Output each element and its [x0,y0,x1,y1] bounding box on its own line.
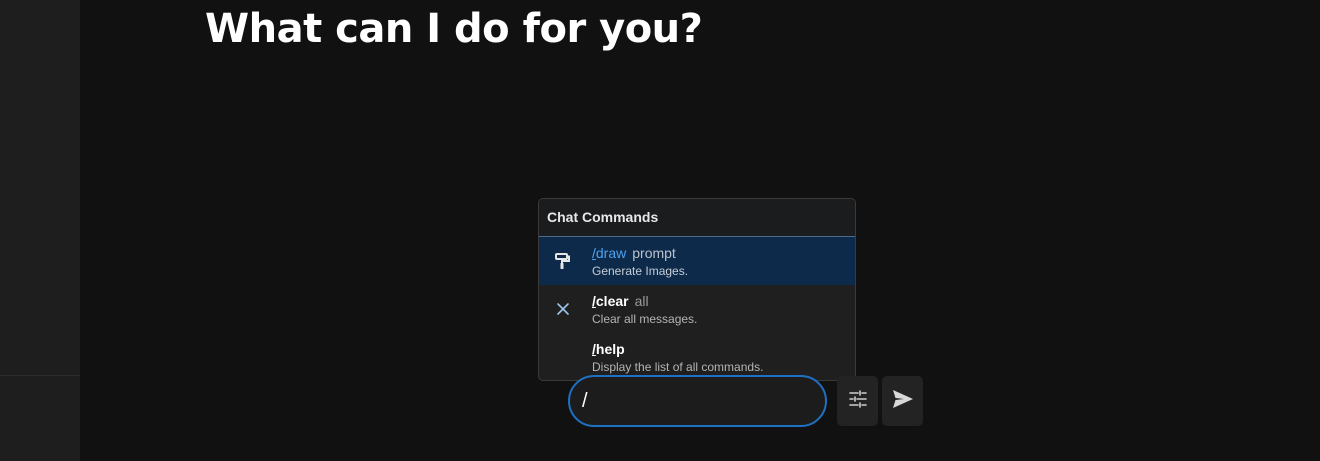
sidebar [0,0,80,461]
send-button[interactable] [882,376,923,426]
command-name: /clear [592,293,629,309]
popup-header: Chat Commands [539,199,855,237]
command-item-clear[interactable]: /clear all Clear all messages. [539,285,855,333]
settings-button[interactable] [837,376,878,426]
command-item-help[interactable]: /help Display the list of all commands. [539,333,855,380]
page-title: What can I do for you? [205,6,703,52]
command-name: /draw [592,245,627,261]
command-description: Display the list of all commands. [592,360,764,374]
sidebar-divider [0,375,80,376]
command-description: Generate Images. [592,264,689,278]
paint-roller-icon [553,251,573,271]
chat-commands-popup: Chat Commands /draw prompt Generate Image… [538,198,856,381]
command-description: Clear all messages. [592,312,698,326]
send-icon [892,389,914,414]
close-icon [553,299,573,319]
chat-input[interactable] [568,375,827,427]
sliders-icon [848,389,868,414]
command-arg: all [634,293,649,309]
command-arg: prompt [632,245,676,261]
command-item-draw[interactable]: /draw prompt Generate Images. [539,237,855,285]
command-name: /help [592,341,625,357]
